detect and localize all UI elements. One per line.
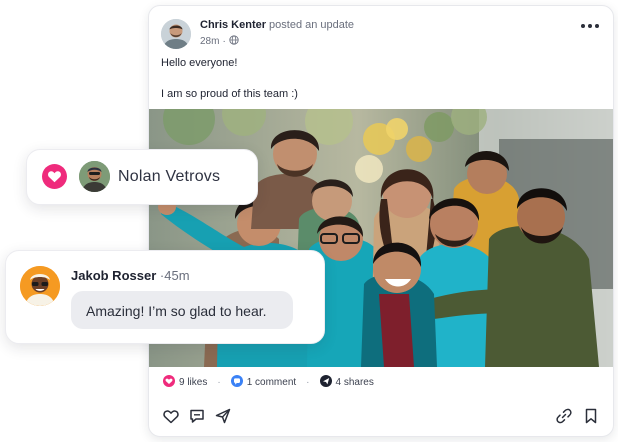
commenter-name[interactable]: Jakob Rosser xyxy=(71,268,156,283)
comment-bubble: Amazing! I’m so glad to hear. xyxy=(71,291,293,329)
bookmark-icon xyxy=(585,408,597,424)
heart-icon xyxy=(42,164,67,189)
comments-label: 1 comment xyxy=(246,377,297,388)
more-options-button[interactable] xyxy=(579,19,601,33)
post-time: 28m xyxy=(200,36,220,47)
post-body: Hello everyone! I am so proud of this te… xyxy=(161,57,581,101)
reaction-notification: Nolan Vetrovs xyxy=(26,149,258,205)
reactor-avatar[interactable] xyxy=(79,161,110,192)
likes-label: 9 likes xyxy=(179,377,208,388)
shares-count[interactable]: 4 shares xyxy=(319,375,374,390)
comment-button[interactable] xyxy=(187,406,207,426)
post-meta-separator: · xyxy=(222,36,226,47)
post-card: Chris Kenter posted an update 28m · Hello… xyxy=(148,5,614,437)
stats-separator: · xyxy=(306,377,310,388)
post-text-line: Hello everyone! xyxy=(161,57,238,69)
globe-icon xyxy=(229,35,239,48)
heart-outline-icon xyxy=(163,410,179,424)
comment-text: Amazing! I’m so glad to hear. xyxy=(86,303,267,319)
comment-card: Jakob Rosser ·45m Amazing! I’m so glad t… xyxy=(5,250,325,344)
bookmark-button[interactable] xyxy=(581,406,601,426)
post-actions xyxy=(161,406,601,426)
heart-icon xyxy=(163,375,175,390)
copy-link-button[interactable] xyxy=(554,406,574,426)
likes-count[interactable]: 9 likes xyxy=(163,375,207,390)
stats-separator: · xyxy=(217,377,221,388)
like-button[interactable] xyxy=(161,406,181,426)
post-stats: 9 likes · 1 comment · 4 shares xyxy=(163,375,374,390)
commenter-avatar[interactable] xyxy=(20,266,60,306)
post-author-line: Chris Kenter posted an update xyxy=(200,19,354,31)
share-button[interactable] xyxy=(213,406,233,426)
comment-header: Jakob Rosser ·45m xyxy=(71,268,190,283)
link-icon xyxy=(556,408,572,424)
reactor-name[interactable]: Nolan Vetrovs xyxy=(118,168,220,186)
post-text-line: I am so proud of this team :) xyxy=(161,88,298,100)
shares-label: 4 shares xyxy=(335,377,374,388)
more-horizontal-icon xyxy=(581,24,585,28)
post-header: Chris Kenter posted an update 28m · xyxy=(161,17,601,53)
post-action-text: posted an update xyxy=(269,19,355,31)
comment-bubble-icon xyxy=(230,375,243,390)
send-icon xyxy=(215,408,231,424)
post-author-name[interactable]: Chris Kenter xyxy=(200,19,266,31)
comment-time: 45m xyxy=(164,268,190,283)
post-meta: 28m · xyxy=(200,35,239,48)
comment-icon xyxy=(190,409,204,423)
author-avatar[interactable] xyxy=(161,19,191,49)
share-arrow-icon xyxy=(319,375,332,390)
comments-count[interactable]: 1 comment xyxy=(230,375,297,390)
